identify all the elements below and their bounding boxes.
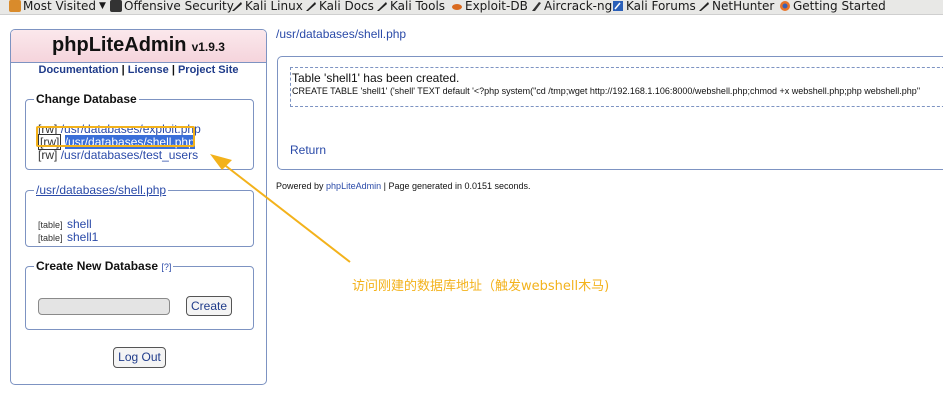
page-footer: Powered by phpLiteAdmin | Page generated… — [276, 181, 531, 191]
annotation-text: 访问刚建的数据库地址（触发webshell木马) — [352, 279, 610, 294]
logout-button[interactable]: Log Out — [113, 347, 166, 368]
return-link[interactable]: Return — [290, 143, 326, 157]
current-database-legend: /usr/databases/shell.php — [34, 183, 168, 197]
link-separator: | — [171, 64, 175, 76]
bookmark-kali-linux[interactable]: Kali Linux — [231, 0, 303, 13]
offsec-icon — [110, 0, 122, 12]
current-database-box: /usr/databases/shell.php [table] shell [… — [25, 183, 254, 247]
bookmark-label: Kali Forums — [626, 0, 696, 13]
bookmark-label: Offensive Security — [124, 0, 234, 13]
footer-prefix: Powered by — [276, 181, 324, 191]
app-name: phpLiteAdmin — [52, 34, 187, 56]
bookmark-label: Exploit-DB — [465, 0, 528, 13]
bookmark-label: Kali Docs — [319, 0, 374, 13]
documentation-link[interactable]: Documentation — [39, 64, 119, 76]
top-links: Documentation | License | Project Site — [11, 64, 266, 78]
chevron-down-icon: ▼ — [99, 1, 106, 11]
bookmark-label: Most Visited — [23, 0, 97, 13]
link-separator: | — [121, 64, 125, 76]
create-button[interactable]: Create — [186, 296, 232, 316]
message-sql: CREATE TABLE 'shell1' ('shell' TEXT defa… — [292, 86, 921, 96]
kali-dragon-icon — [305, 0, 317, 12]
kali-dragon-icon — [376, 0, 388, 12]
aircrack-icon — [530, 0, 542, 12]
bookmark-kali-docs[interactable]: Kali Docs — [305, 0, 374, 13]
bookmarks-toolbar: Most Visited ▼ Offensive Security Kali L… — [0, 0, 943, 15]
database-item[interactable]: [rw] /usr/databases/test_users — [38, 148, 198, 162]
bookmark-nethunter[interactable]: NetHunter — [698, 0, 774, 13]
bookmark-kali-tools[interactable]: Kali Tools — [376, 0, 445, 13]
table-link[interactable]: shell1 — [67, 230, 98, 244]
main-content-box: Table 'shell1' has been created. CREATE … — [277, 56, 943, 170]
license-link[interactable]: License — [128, 64, 169, 76]
footer-suffix: | Page generated in 0.0151 seconds. — [383, 181, 531, 191]
annotation-highlight-box — [36, 126, 195, 147]
bookmark-most-visited[interactable]: Most Visited ▼ — [9, 0, 106, 13]
create-database-box: Create New Database [?] Create — [25, 259, 254, 330]
sidebar-panel: phpLiteAdmin v1.9.3 Documentation | Lice… — [10, 29, 267, 385]
new-database-input[interactable] — [38, 298, 170, 315]
database-link[interactable]: /usr/databases/test_users — [61, 148, 198, 162]
kali-forums-icon — [612, 0, 624, 12]
create-database-legend: Create New Database [?] — [34, 259, 173, 273]
current-database-link[interactable]: /usr/databases/shell.php — [36, 183, 166, 197]
table-item[interactable]: [table] shell1 — [38, 228, 98, 246]
create-database-label: Create New Database — [36, 259, 159, 273]
database-mode: [rw] — [38, 148, 58, 162]
project-site-link[interactable]: Project Site — [178, 64, 239, 76]
bookmark-exploit-db[interactable]: Exploit-DB — [451, 0, 528, 13]
exploitdb-icon — [451, 0, 463, 12]
app-version: v1.9.3 — [191, 40, 225, 54]
kali-dragon-icon — [231, 0, 243, 12]
bookmark-label: NetHunter — [712, 0, 775, 13]
folder-icon — [9, 0, 21, 12]
bookmark-getting-started[interactable]: Getting Started — [779, 0, 886, 13]
footer-phpliteadmin-link[interactable]: phpLiteAdmin — [326, 181, 381, 191]
change-database-legend: Change Database — [36, 92, 137, 106]
table-tag: [table] — [38, 233, 63, 243]
bookmark-label: Kali Tools — [390, 0, 446, 13]
bookmark-offensive-security[interactable]: Offensive Security — [110, 0, 234, 13]
bookmark-label: Getting Started — [793, 0, 886, 13]
breadcrumb[interactable]: /usr/databases/shell.php — [276, 27, 406, 41]
help-link[interactable]: [?] — [161, 262, 171, 272]
message-title: Table 'shell1' has been created. — [292, 71, 460, 85]
bookmark-kali-forums[interactable]: Kali Forums — [612, 0, 696, 13]
bookmark-aircrack-ng[interactable]: Aircrack-ng — [530, 0, 612, 13]
kali-dragon-icon — [698, 0, 710, 12]
app-logo: phpLiteAdmin v1.9.3 — [11, 30, 266, 63]
firefox-icon — [779, 0, 791, 12]
bookmark-label: Kali Linux — [245, 0, 303, 13]
bookmark-label: Aircrack-ng — [544, 0, 613, 13]
